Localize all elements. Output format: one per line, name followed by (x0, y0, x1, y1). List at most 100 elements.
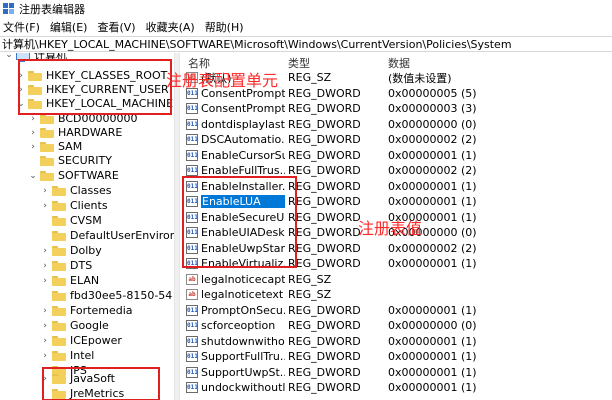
tree-label: CVSM (70, 214, 102, 227)
value-name[interactable]: EnableVirtualiz... (201, 257, 285, 270)
value-name[interactable]: ConsentPrompt... (201, 102, 285, 115)
value-name[interactable]: EnableInstaller... (201, 180, 285, 193)
value-row[interactable]: 011 EnableFullTrus... REG_DWORD 0x00000002 … (180, 163, 612, 178)
tree-item-dts[interactable]: › DTS (40, 258, 92, 273)
chevron-down-icon[interactable]: ⌄ (28, 171, 38, 181)
chevron-right-icon[interactable]: › (28, 114, 38, 124)
value-row[interactable]: 011 EnableLUA REG_DWORD 0x00000001 (1) (180, 194, 612, 209)
chevron-down-icon[interactable]: ⌄ (4, 53, 14, 60)
binary-value-icon: 011 (186, 304, 198, 316)
tree-item-hkey-classes-root[interactable]: › HKEY_CLASSES_ROOT (16, 68, 167, 83)
value-row[interactable]: 011 EnableInstaller... REG_DWORD 0x00000001… (180, 179, 612, 194)
tree-item-software[interactable]: ⌄ SOFTWARE (28, 168, 119, 183)
chevron-right-icon[interactable]: › (40, 246, 50, 256)
chevron-right-icon[interactable]: › (40, 336, 50, 346)
menu-edit[interactable]: 编辑(E) (50, 19, 88, 35)
folder-icon (52, 290, 66, 301)
binary-value-icon: 011 (186, 366, 198, 378)
tree-root-computer[interactable]: ⌄ 计算机 (4, 53, 67, 62)
chevron-right-icon[interactable]: › (40, 374, 50, 384)
tree-item-sam[interactable]: › SAM (28, 139, 82, 154)
value-name[interactable]: legalnoticetext (201, 288, 285, 301)
chevron-right-icon[interactable]: › (40, 276, 50, 286)
address-path[interactable]: 计算机\HKEY_LOCAL_MACHINE\SOFTWARE\Microsof… (2, 36, 512, 52)
chevron-down-icon[interactable]: ⌄ (16, 99, 26, 109)
tree-item-google[interactable]: › Google (40, 318, 109, 333)
value-name[interactable]: legalnoticecapt... (201, 273, 285, 286)
window-title: 注册表编辑器 (19, 3, 85, 16)
tree-item-icepower[interactable]: › ICEpower (40, 333, 122, 348)
folder-icon (52, 320, 66, 331)
value-row[interactable]: 011shutdownwitho...REG_DWORD 0x00000001 (… (180, 334, 612, 349)
chevron-right-icon[interactable]: › (28, 142, 38, 152)
tree-item-fortemedia[interactable]: › Fortemedia (40, 303, 132, 318)
tree-label: HKEY_LOCAL_MACHINE (46, 97, 174, 110)
value-row[interactable]: 011 PromptOnSecu... REG_DWORD 0x00000001 (1… (180, 303, 612, 318)
menu-favorites[interactable]: 收藏夹(A) (146, 19, 195, 35)
tree-item-fbd30ee5[interactable]: fbd30ee5-8150-54 (40, 288, 172, 303)
tree-item-security[interactable]: SECURITY (28, 153, 112, 168)
menu-file[interactable]: 文件(F) (3, 19, 40, 35)
value-name[interactable]: EnableUIADesk... (201, 226, 285, 239)
value-name[interactable]: PromptOnSecu... (201, 304, 285, 317)
chevron-right-icon[interactable]: › (40, 201, 50, 211)
value-name[interactable]: DSCAutomatio... (201, 133, 285, 146)
value-name[interactable]: scforceoption (201, 319, 285, 332)
tree-item-defaultuserenviron[interactable]: DefaultUserEnviron (40, 228, 174, 243)
menu-view[interactable]: 查看(V) (97, 19, 135, 35)
tree-item-cvsm[interactable]: CVSM (40, 213, 102, 228)
tree-item-jremetrics[interactable]: JreMetrics (40, 386, 124, 400)
value-name[interactable]: SupportFullTru... (201, 350, 285, 363)
value-row[interactable]: 011dontdisplaylast...REG_DWORD 0x00000000… (180, 117, 612, 132)
value-row[interactable]: 011 DSCAutomatio... REG_DWORD 0x00000002 (2… (180, 132, 612, 147)
value-row[interactable]: 011 scforceoption REG_DWORD 0x00000000 (0) (180, 318, 612, 333)
tree-item-classes[interactable]: › Classes (40, 183, 111, 198)
tree-item-elan[interactable]: › ELAN (40, 273, 99, 288)
tree-item-dolby[interactable]: › Dolby (40, 243, 102, 258)
chevron-right-icon[interactable]: › (40, 186, 50, 196)
chevron-right-icon[interactable]: › (40, 306, 50, 316)
value-row[interactable]: 011 EnableVirtualiz... REG_DWORD 0x00000001… (180, 256, 612, 271)
tree-label: DTS (70, 259, 93, 272)
binary-value-icon: 011 (186, 103, 198, 114)
chevron-right-icon[interactable]: › (16, 71, 26, 81)
value-name[interactable]: EnableFullTrus... (201, 164, 285, 177)
value-name[interactable]: EnableUwpStar... (201, 242, 285, 255)
tree-item-hardware[interactable]: › HARDWARE (28, 125, 122, 140)
value-data: 0x00000001 (1) (388, 365, 477, 379)
value-name[interactable]: undockwithoutl... (201, 381, 285, 394)
tree-item-bcd00000000[interactable]: › BCD00000000 (28, 111, 137, 126)
value-row[interactable]: ab legalnoticetext REG_SZ (180, 287, 612, 302)
value-name[interactable]: EnableCursorSu... (201, 149, 285, 162)
chevron-right-icon[interactable]: › (40, 351, 50, 361)
tree-label: JavaSoft (70, 372, 115, 385)
value-type: REG_DWORD (288, 365, 361, 379)
value-name[interactable]: shutdownwitho... (201, 335, 285, 348)
chevron-right-icon[interactable]: › (28, 128, 38, 138)
value-row[interactable]: 011EnableCursorSu...REG_DWORD 0x00000001 … (180, 148, 612, 163)
tree-item-intel[interactable]: › Intel (40, 348, 94, 363)
tree-item-hkey-local-machine[interactable]: ⌄ HKEY_LOCAL_MACHINE (16, 96, 173, 111)
value-row[interactable]: 011EnableUwpStar...REG_DWORD 0x00000002 (… (180, 241, 612, 256)
address-bar[interactable]: 计算机\HKEY_LOCAL_MACHINE\SOFTWARE\Microsof… (0, 36, 612, 52)
chevron-right-icon[interactable]: › (40, 321, 50, 331)
folder-icon (40, 127, 54, 138)
value-name[interactable]: EnableSecureUI... (201, 211, 285, 224)
tree-item-hkey-current-user[interactable]: › HKEY_CURRENT_USER (16, 82, 169, 97)
column-type-header[interactable]: 类型 (288, 55, 310, 71)
binary-value-icon: 011 (186, 382, 198, 393)
value-row[interactable]: 011undockwithoutl...REG_DWORD 0x00000001 … (180, 380, 612, 395)
value-row[interactable]: 011 SupportFullTru... REG_DWORD 0x00000001 … (180, 349, 612, 364)
value-row[interactable]: ablegalnoticecapt...REG_SZ (180, 272, 612, 287)
value-row[interactable]: 011 SupportUwpSt... REG_DWORD 0x00000001 (1… (180, 365, 612, 380)
value-type: REG_DWORD (288, 303, 361, 317)
tree-item-javasoft[interactable]: › JavaSoft (40, 371, 115, 386)
value-name[interactable]: SupportUwpSt... (201, 366, 285, 379)
value-name[interactable]: EnableLUA (201, 195, 285, 208)
chevron-right-icon[interactable]: › (16, 85, 26, 95)
chevron-right-icon[interactable]: › (40, 261, 50, 271)
menu-help[interactable]: 帮助(H) (205, 19, 244, 35)
value-name[interactable]: dontdisplaylast... (201, 118, 285, 131)
value-row[interactable]: 011ConsentPrompt...REG_DWORD 0x00000003 (… (180, 101, 612, 116)
tree-item-clients[interactable]: › Clients (40, 198, 107, 213)
